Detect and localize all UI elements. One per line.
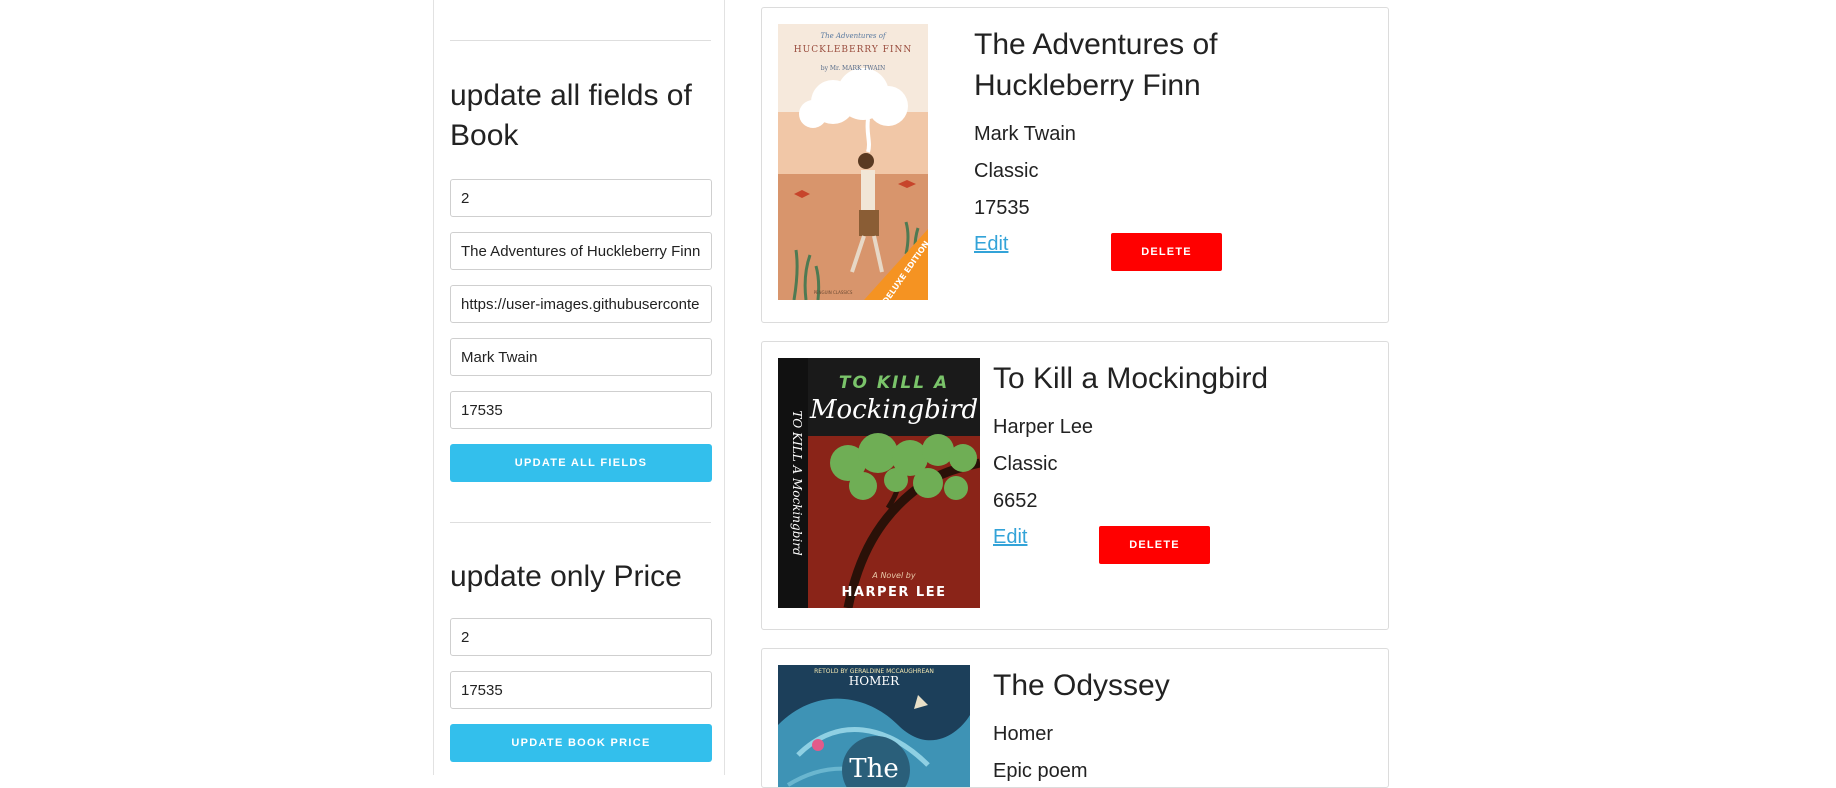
book-info: The Adventures of Huckleberry Finn Mark … [974, 24, 1224, 271]
book-actions: Edit DELETE [974, 229, 1224, 271]
book-cover-image: RETOLD BY GERALDINE MCCAUGHREAN HOMER Th… [778, 665, 970, 787]
book-cover-image: TO KILL A Mockingbird A Novel by HARPER … [778, 358, 980, 608]
book-author-input[interactable] [450, 338, 712, 376]
book-card: TO KILL A Mockingbird A Novel by HARPER … [761, 341, 1389, 630]
book-genre: Epic poem [993, 760, 1088, 782]
svg-text:HOMER: HOMER [849, 674, 900, 688]
book-card: The Adventures of HUCKLEBERRY FINN by Mr… [761, 7, 1389, 323]
book-author: Mark Twain [974, 123, 1076, 145]
svg-text:The Adventures of: The Adventures of [820, 32, 887, 40]
book-title-input[interactable] [450, 232, 712, 270]
update-all-fields-heading: update all fields of Book [450, 79, 692, 152]
book-image-url-input[interactable] [450, 285, 712, 323]
svg-text:TO KILL A: TO KILL A [839, 373, 949, 393]
svg-text:HUCKLEBERRY FINN: HUCKLEBERRY FINN [794, 45, 912, 55]
divider [450, 522, 711, 523]
price-book-id-input[interactable] [450, 618, 712, 656]
svg-text:Mockingbird: Mockingbird [809, 395, 978, 425]
svg-text:PENGUIN CLASSICS: PENGUIN CLASSICS [814, 290, 853, 295]
book-cover-image: The Adventures of HUCKLEBERRY FINN by Mr… [778, 24, 928, 300]
divider [450, 40, 711, 41]
book-genre: Classic [993, 453, 1058, 475]
svg-text:HARPER LEE: HARPER LEE [842, 585, 947, 600]
sidebar: update all fields of Book UPDATE ALL FIE… [433, 0, 725, 775]
new-price-input[interactable] [450, 671, 712, 709]
edit-link[interactable]: Edit [993, 526, 1027, 549]
delete-button[interactable]: DELETE [1099, 526, 1210, 564]
book-price: 6652 [993, 490, 1038, 512]
book-title: To Kill a Mockingbird [993, 362, 1269, 395]
delete-button[interactable]: DELETE [1111, 233, 1222, 271]
book-info: To Kill a Mockingbird Harper Lee Classic… [993, 358, 1269, 564]
book-genre: Classic [974, 160, 1039, 182]
book-author: Homer [993, 723, 1054, 745]
update-all-fields-button[interactable]: UPDATE ALL FIELDS [450, 444, 712, 482]
book-title: The Odyssey [993, 669, 1170, 702]
update-book-price-button[interactable]: UPDATE BOOK PRICE [450, 724, 712, 762]
svg-text:The: The [849, 754, 898, 784]
update-price-heading: update only Price [450, 560, 682, 593]
book-card: RETOLD BY GERALDINE MCCAUGHREAN HOMER Th… [761, 648, 1389, 788]
book-actions: Edit DELETE [993, 522, 1268, 564]
edit-link[interactable]: Edit [974, 233, 1008, 256]
svg-text:A Novel by: A Novel by [871, 571, 915, 580]
book-author: Harper Lee [993, 416, 1094, 438]
book-id-input[interactable] [450, 179, 712, 217]
svg-text:TO KILL A Mockingbird: TO KILL A Mockingbird [790, 410, 804, 556]
book-title: The Adventures of Huckleberry Finn [974, 28, 1218, 102]
svg-text:by Mr. MARK TWAIN: by Mr. MARK TWAIN [821, 65, 886, 72]
book-info: The Odyssey Homer Epic poem [993, 665, 1170, 787]
book-price: 17535 [974, 197, 1030, 219]
book-price-input[interactable] [450, 391, 712, 429]
